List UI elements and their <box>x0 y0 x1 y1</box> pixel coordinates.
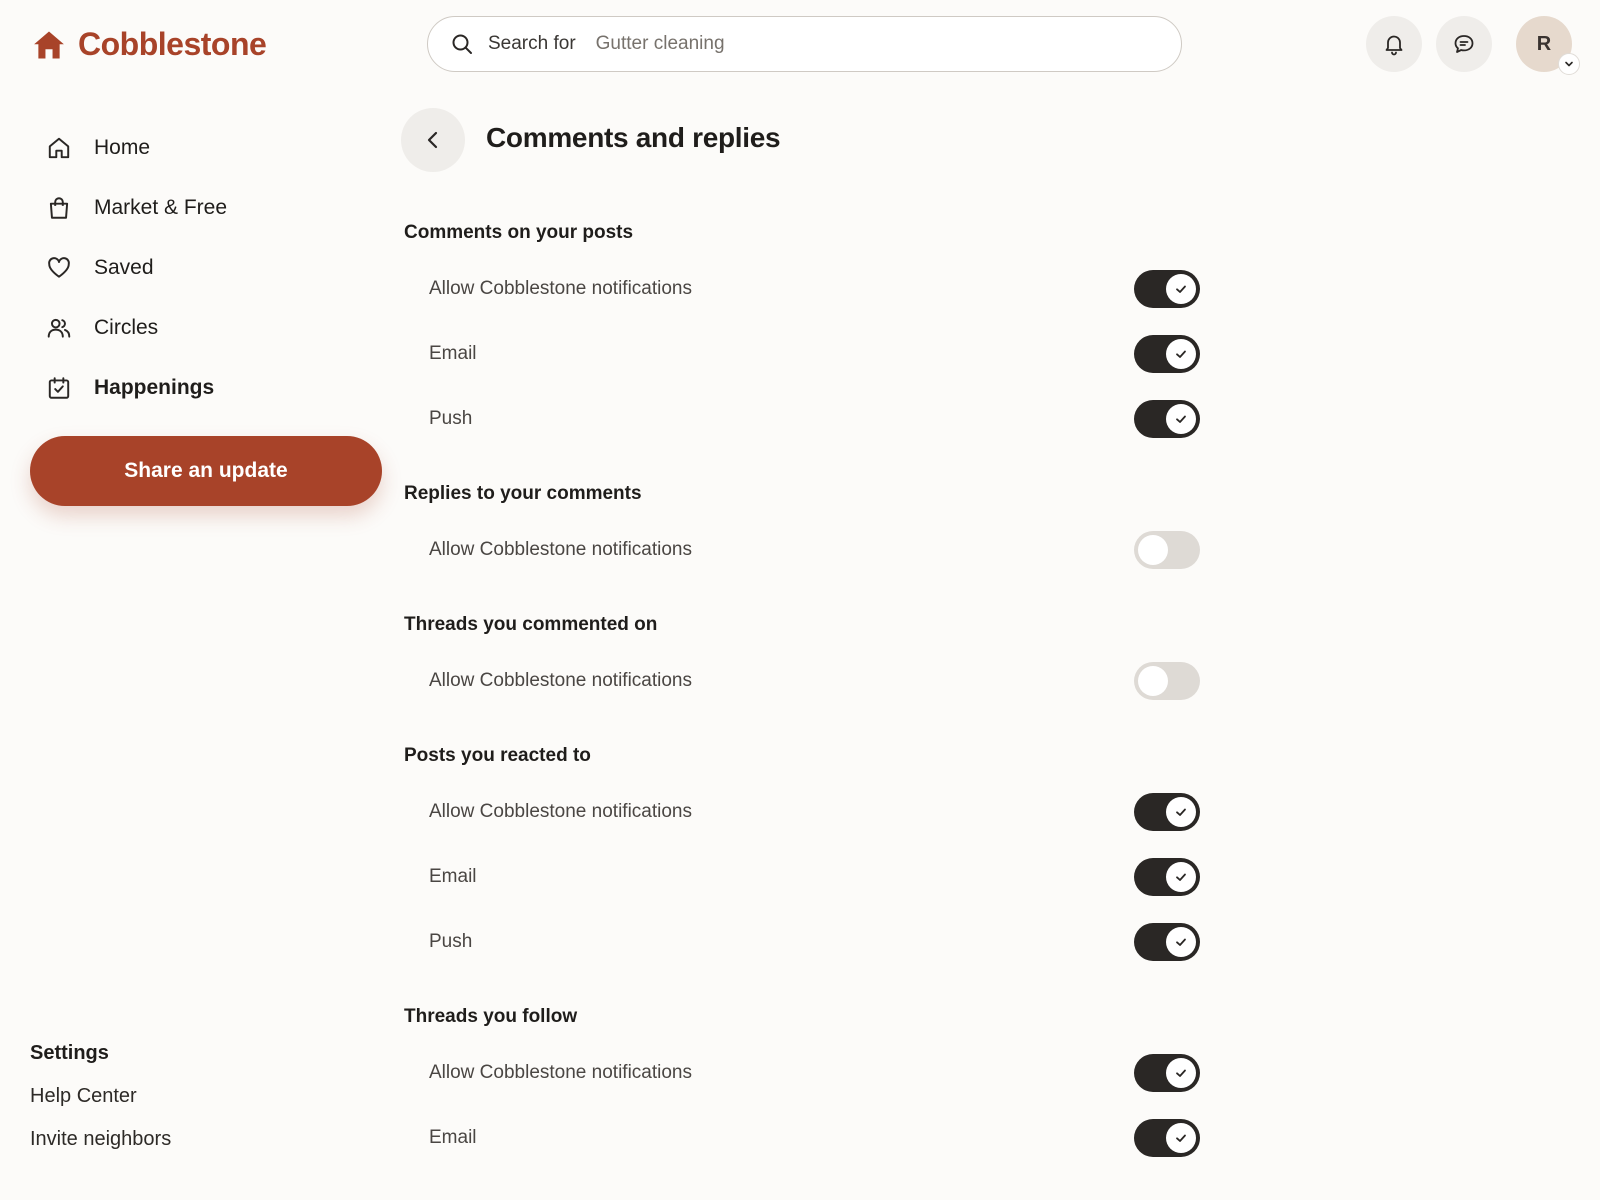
settings-section-posts-you-reacted-to: Posts you reacted to Allow Cobblestone no… <box>404 733 1204 974</box>
setting-row: Allow Cobblestone notifications <box>404 779 1204 844</box>
section-title: Threads you follow <box>404 1006 578 1027</box>
sidebar-item-home[interactable]: Home <box>46 118 227 178</box>
setting-label: Email <box>429 1126 477 1148</box>
setting-label: Allow Cobblestone notifications <box>429 277 692 299</box>
settings-link[interactable]: Settings <box>30 1042 171 1065</box>
chevron-left-icon <box>427 131 438 149</box>
setting-row: Allow Cobblestone notifications <box>404 256 1204 321</box>
section-title: Threads you commented on <box>404 614 658 635</box>
settings-section-comments-on-your-posts: Comments on your posts Allow Cobblestone … <box>404 210 1204 451</box>
brand-logo[interactable]: Cobblestone <box>32 26 267 63</box>
search-hint: Gutter cleaning <box>595 33 725 54</box>
people-icon <box>47 318 71 338</box>
setting-label: Email <box>429 865 477 887</box>
sidebar-item-circles[interactable]: Circles <box>46 298 227 358</box>
help-center-link[interactable]: Help Center <box>30 1085 171 1108</box>
toggle-knob <box>1166 1057 1196 1088</box>
toggle-comments-on-your-posts-push[interactable] <box>1134 399 1200 438</box>
chat-icon <box>1454 35 1474 53</box>
sidebar-item-label: Home <box>94 136 151 159</box>
setting-label: Allow Cobblestone notifications <box>429 669 692 691</box>
sidebar-item-label: Circles <box>94 316 159 339</box>
setting-label: Email <box>429 342 477 364</box>
toggle-knob <box>1138 534 1168 565</box>
setting-label: Push <box>429 407 473 429</box>
section-title: Posts you reacted to <box>404 745 591 766</box>
setting-row: Email <box>404 1105 1204 1170</box>
account-menu-toggle[interactable] <box>1558 53 1580 75</box>
chevron-down-icon <box>1565 61 1573 67</box>
sidebar-nav: Home Market & Free Saved Circles Happeni… <box>46 118 227 418</box>
check-icon <box>1176 938 1186 946</box>
search-placeholder: Search for <box>488 33 576 54</box>
setting-row: Allow Cobblestone notifications <box>404 648 1204 713</box>
toggle-knob <box>1166 861 1196 892</box>
calendar-check-icon <box>48 377 70 399</box>
toggle-knob <box>1138 665 1168 696</box>
page: Cobblestone Search for Gutter cleaning R <box>0 0 1600 1200</box>
toggle-comments-on-your-posts-allow-cobblestone-notifications[interactable] <box>1134 269 1200 308</box>
section-title: Replies to your comments <box>404 483 642 504</box>
toggle-threads-you-follow-email[interactable] <box>1134 1118 1200 1157</box>
setting-row: Allow Cobblestone notifications <box>404 1040 1204 1105</box>
toggle-replies-to-your-comments-allow-cobblestone-notifications[interactable] <box>1134 530 1200 569</box>
toggle-posts-you-reacted-to-allow-cobblestone-notifications[interactable] <box>1134 792 1200 831</box>
setting-label: Allow Cobblestone notifications <box>429 1061 692 1083</box>
settings-section-replies-to-your-comments: Replies to your comments Allow Cobbleston… <box>404 471 1204 582</box>
toggle-comments-on-your-posts-email[interactable] <box>1134 334 1200 373</box>
sidebar-footer: Settings Help Center Invite neighbors <box>30 1042 171 1171</box>
home-icon <box>48 137 70 159</box>
check-icon <box>1176 1069 1186 1077</box>
check-icon <box>1176 808 1186 816</box>
check-icon <box>1176 285 1186 293</box>
toggle-posts-you-reacted-to-email[interactable] <box>1134 857 1200 896</box>
heart-icon <box>48 257 70 278</box>
toggle-knob <box>1166 926 1196 957</box>
check-icon <box>1176 350 1186 358</box>
check-icon <box>1176 873 1186 881</box>
toggle-knob <box>1166 273 1196 304</box>
setting-row: Email <box>404 321 1204 386</box>
toggle-knob <box>1166 403 1196 434</box>
toggle-threads-you-commented-on-allow-cobblestone-notifications[interactable] <box>1134 661 1200 700</box>
setting-label: Push <box>429 930 473 952</box>
brand-name: Cobblestone <box>78 26 267 62</box>
sidebar-item-market[interactable]: Market & Free <box>46 178 227 238</box>
sidebar-item-happenings[interactable]: Happenings <box>46 358 227 418</box>
setting-row: Push <box>404 909 1204 974</box>
toggle-knob <box>1166 1122 1196 1153</box>
settings-section-threads-you-follow: Threads you follow Allow Cobblestone noti… <box>404 994 1204 1170</box>
messages-button[interactable] <box>1436 16 1492 72</box>
sidebar-item-saved[interactable]: Saved <box>46 238 227 298</box>
section-title: Comments on your posts <box>404 222 634 243</box>
back-button[interactable] <box>401 108 465 172</box>
toggle-knob <box>1166 796 1196 827</box>
house-icon <box>34 31 64 58</box>
toggle-threads-you-follow-allow-cobblestone-notifications[interactable] <box>1134 1053 1200 1092</box>
sidebar-item-label: Happenings <box>94 376 215 399</box>
sidebar-item-label: Saved <box>94 256 154 279</box>
setting-row: Email <box>404 844 1204 909</box>
invite-neighbors-link[interactable]: Invite neighbors <box>30 1128 171 1151</box>
notification-settings: Comments on your posts Allow Cobblestone … <box>404 210 1204 1190</box>
bell-icon <box>1385 35 1403 56</box>
check-icon <box>1176 1134 1186 1142</box>
setting-label: Allow Cobblestone notifications <box>429 800 692 822</box>
check-icon <box>1176 415 1186 423</box>
shopping-bag-icon <box>49 197 69 219</box>
settings-section-threads-you-commented-on: Threads you commented on Allow Cobbleston… <box>404 602 1204 713</box>
setting-row: Push <box>404 386 1204 451</box>
setting-label: Allow Cobblestone notifications <box>429 538 692 560</box>
setting-row: Allow Cobblestone notifications <box>404 517 1204 582</box>
toggle-posts-you-reacted-to-push[interactable] <box>1134 922 1200 961</box>
sidebar-item-label: Market & Free <box>94 196 228 219</box>
share-update-button[interactable]: Share an update <box>30 436 382 506</box>
search-icon <box>452 34 472 54</box>
notifications-button[interactable] <box>1366 16 1422 72</box>
page-title: Comments and replies <box>486 122 781 153</box>
search-input[interactable]: Search for Gutter cleaning <box>427 16 1182 72</box>
toggle-knob <box>1166 338 1196 369</box>
